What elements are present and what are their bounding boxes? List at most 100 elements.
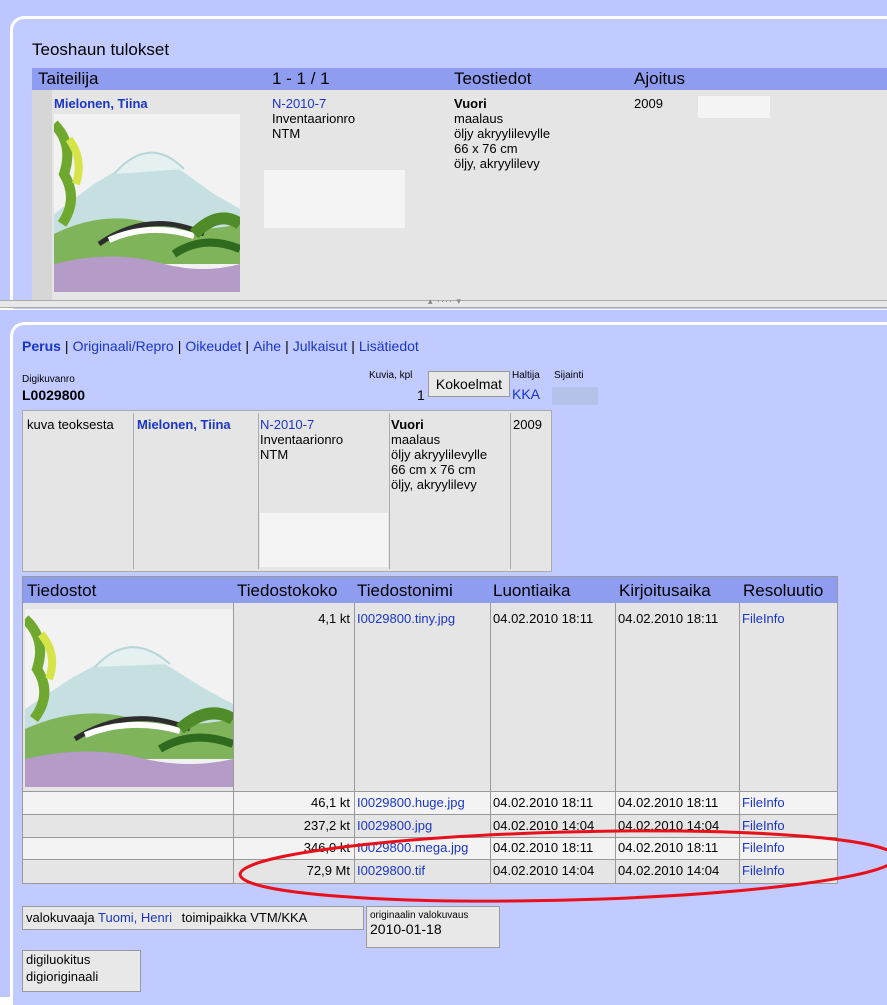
result-row-marker — [32, 90, 52, 300]
results-header: Taiteilija 1 - 1 / 1 Teostiedot Ajoitus — [32, 68, 887, 90]
tab-julkaisut[interactable]: Julkaisut — [293, 338, 347, 354]
work-relation: kuva teoksesta — [27, 417, 114, 432]
col-tiedostot: Tiedostot — [27, 581, 97, 600]
kuvia-label: Kuvia, kpl — [369, 370, 413, 381]
work-inventory-link[interactable]: N-2010-7 — [260, 417, 314, 432]
result-thumbnail[interactable] — [54, 114, 240, 292]
file-size: 46,1 kt — [310, 795, 350, 810]
row-divider — [23, 859, 837, 860]
classification-label: digiluokitus — [26, 952, 91, 967]
header-artist[interactable]: Taiteilija — [38, 69, 98, 89]
fileinfo-link[interactable]: FileInfo — [742, 863, 785, 878]
result-material: öljy akryylilevylle — [454, 126, 551, 141]
file-written: 04.02.2010 14:04 — [618, 863, 720, 878]
work-material2: öljy, akryylilevy — [391, 477, 477, 492]
result-collection: NTM — [272, 126, 301, 141]
haltija-link[interactable]: KKA — [512, 386, 540, 402]
file-name-link[interactable]: I0029800.tif — [357, 863, 425, 878]
file-name-link[interactable]: I0029800.mega.jpg — [357, 840, 468, 855]
photographer-place: VTM/KKA — [250, 910, 308, 925]
header-range: 1 - 1 / 1 — [272, 69, 330, 88]
cell-divider — [510, 413, 511, 569]
frame-splitter[interactable]: ▴ ···· ▾ — [0, 296, 887, 308]
photographer-box: valokuvaaja Tuomi, Henri toimipaikka VTM… — [22, 906, 364, 930]
result-title: Vuori — [454, 96, 487, 111]
tab-perus[interactable]: Perus — [22, 338, 61, 354]
file-created: 04.02.2010 18:11 — [493, 611, 594, 626]
file-created: 04.02.2010 18:11 — [493, 795, 594, 810]
detail-tabs: Perus | Originaali/Repro | Oikeudet | Aihe | Jul… — [22, 338, 419, 354]
row-divider — [23, 837, 837, 838]
file-name-link[interactable]: I0029800.huge.jpg — [357, 795, 465, 810]
result-material2: öljy, akryylilevy — [454, 156, 540, 171]
cell-divider — [258, 413, 259, 569]
photographer-link[interactable]: Tuomi, Henri — [98, 910, 172, 925]
result-row[interactable]: Mielonen, Tiina N-2010-7 Inventaarionro … — [32, 90, 887, 300]
work-collection: NTM — [260, 447, 289, 462]
header-work-info[interactable]: Teostiedot — [454, 69, 532, 89]
tab-lisatiedot[interactable]: Lisätiedot — [359, 338, 419, 354]
work-size: 66 cm x 76 cm — [391, 462, 476, 477]
classification-value: digioriginaali — [26, 969, 99, 984]
work-title: Vuori — [391, 417, 424, 432]
work-year: 2009 — [513, 417, 542, 432]
fileinfo-link[interactable]: FileInfo — [742, 840, 785, 855]
tab-aihe[interactable]: Aihe — [253, 338, 281, 354]
header-timing[interactable]: Ajoitus — [634, 69, 685, 89]
result-year: 2009 — [634, 96, 663, 111]
row-divider — [23, 791, 837, 792]
tab-separator: | — [245, 338, 250, 354]
original-photo-label: originaalin valokuvaus — [370, 910, 469, 921]
photographer-place-label: toimipaikka — [181, 910, 247, 925]
fileinfo-link[interactable]: FileInfo — [742, 611, 785, 626]
result-blank-box-2 — [698, 96, 770, 118]
splitter-grip-icon: ▴ ···· ▾ — [428, 296, 463, 306]
file-name-link[interactable]: I0029800.tiny.jpg — [357, 611, 455, 626]
col-kirjoitusaika: Kirjoitusaika — [619, 581, 711, 600]
tab-oikeudet[interactable]: Oikeudet — [185, 338, 241, 354]
search-results-title: Teoshaun tulokset — [32, 40, 170, 59]
result-size: 66 x 76 cm — [454, 141, 518, 156]
col-tiedostokoko: Tiedostokoko — [237, 581, 338, 600]
file-size: 72,9 Mt — [306, 863, 350, 878]
file-written: 04.02.2010 18:11 — [618, 795, 719, 810]
result-inventory-link[interactable]: N-2010-7 — [272, 96, 326, 111]
sijainti-value-box — [552, 387, 598, 405]
result-inventory-label: Inventaarionro — [272, 111, 356, 126]
col-luontiaika: Luontiaika — [493, 581, 571, 600]
related-work-table: kuva teoksesta Mielonen, Tiina N-2010-7 … — [22, 410, 552, 572]
col-divider — [233, 603, 234, 883]
digikuvanro-value: L0029800 — [22, 387, 86, 403]
cell-divider — [133, 413, 134, 569]
file-name-link[interactable]: I0029800.jpg — [357, 818, 432, 833]
haltija-label: Haltija — [512, 370, 540, 381]
tab-originaali-repro[interactable]: Originaali/Repro — [73, 338, 174, 354]
file-written: 04.02.2010 14:04 — [618, 818, 720, 833]
col-divider — [354, 603, 355, 883]
cell-divider — [389, 413, 390, 569]
file-created: 04.02.2010 14:04 — [493, 863, 595, 878]
original-photo-box: originaalin valokuvaus 2010-01-18 — [366, 906, 500, 948]
tab-separator: | — [351, 338, 355, 354]
fileinfo-link[interactable]: FileInfo — [742, 818, 785, 833]
file-written: 04.02.2010 18:11 — [618, 611, 719, 626]
classification-box: digiluokitus digioriginaali — [22, 950, 141, 992]
work-blank-box — [260, 513, 388, 567]
digikuvanro-label: Digikuvanro — [22, 374, 75, 385]
tab-separator: | — [285, 338, 289, 354]
kokoelmat-button[interactable]: Kokoelmat — [428, 371, 510, 397]
file-written: 04.02.2010 18:11 — [618, 840, 719, 855]
tab-separator: | — [177, 338, 182, 354]
col-tiedostonimi: Tiedostonimi — [357, 581, 453, 600]
result-blank-box — [264, 170, 405, 228]
result-artist-link[interactable]: Mielonen, Tiina — [54, 96, 148, 111]
files-table: Tiedostot Tiedostokoko Tiedostonimi Luon… — [22, 576, 838, 884]
file-size: 346,0 kt — [303, 840, 350, 855]
tab-separator: | — [64, 338, 69, 354]
work-artist-link[interactable]: Mielonen, Tiina — [137, 417, 231, 432]
result-type: maalaus — [454, 111, 504, 126]
file-thumbnail[interactable] — [25, 609, 233, 787]
file-size: 237,2 kt — [303, 818, 350, 833]
kuvia-value: 1 — [417, 387, 425, 403]
fileinfo-link[interactable]: FileInfo — [742, 795, 785, 810]
